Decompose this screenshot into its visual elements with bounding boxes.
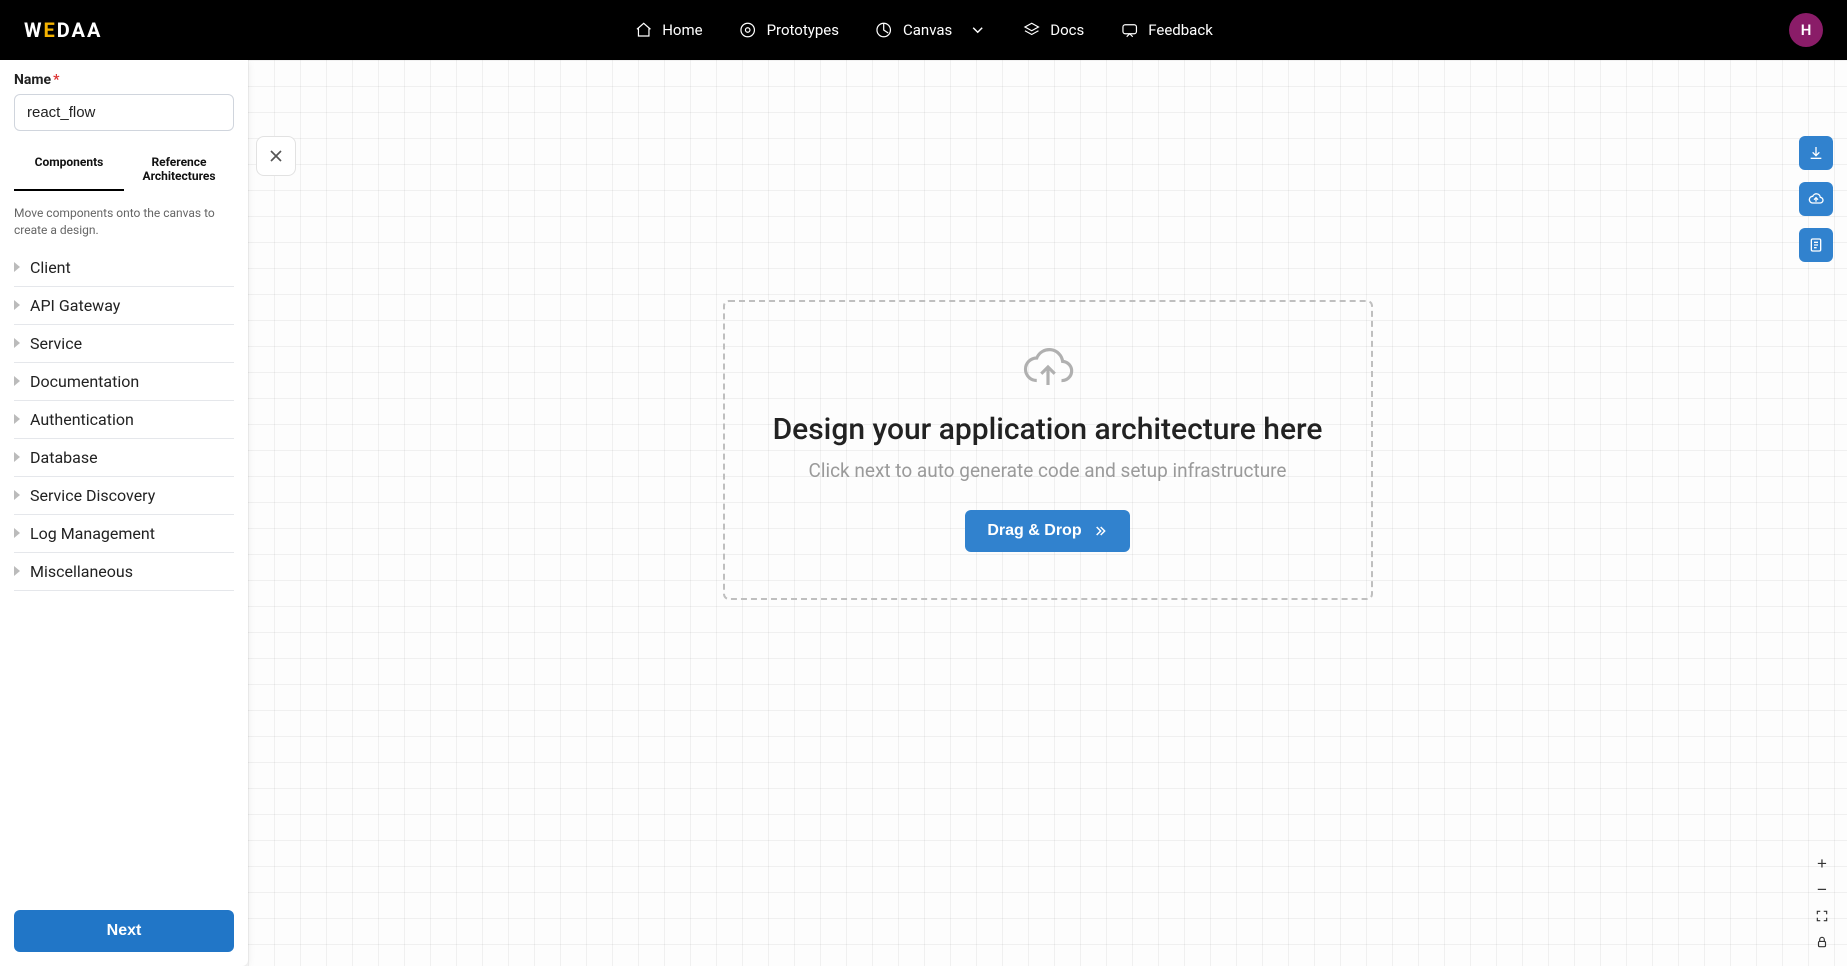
- category-label: Authentication: [30, 410, 134, 429]
- avatar-initial: H: [1801, 21, 1812, 39]
- drop-zone-title: Design your application architecture her…: [755, 412, 1341, 447]
- expand-icon: [14, 414, 20, 424]
- category-log-management[interactable]: Log Management: [14, 515, 234, 553]
- user-avatar[interactable]: H: [1789, 13, 1823, 47]
- download-button[interactable]: [1799, 136, 1833, 170]
- category-authentication[interactable]: Authentication: [14, 401, 234, 439]
- category-label: Service Discovery: [30, 486, 155, 505]
- category-api-gateway[interactable]: API Gateway: [14, 287, 234, 325]
- export-json-button[interactable]: [1799, 228, 1833, 262]
- main: Name* Components Reference Architectures…: [0, 60, 1847, 966]
- chevron-down-icon: [968, 21, 986, 39]
- top-nav: Home Prototypes Canvas Docs Feedback: [634, 21, 1213, 39]
- lock-canvas-button[interactable]: [1811, 932, 1833, 952]
- double-chevron-right-icon: [1092, 523, 1108, 539]
- expand-icon: [14, 566, 20, 576]
- design-canvas[interactable]: Design your application architecture her…: [248, 60, 1847, 966]
- category-list: Client API Gateway Service Documentation…: [14, 249, 234, 591]
- category-label: Log Management: [30, 524, 155, 543]
- home-icon: [634, 21, 652, 39]
- category-documentation[interactable]: Documentation: [14, 363, 234, 401]
- nav-docs-label: Docs: [1050, 21, 1084, 39]
- name-field-label: Name*: [14, 72, 234, 88]
- tab-components[interactable]: Components: [14, 147, 124, 191]
- drop-zone-subtitle: Click next to auto generate code and set…: [755, 459, 1341, 482]
- close-icon: [266, 146, 286, 166]
- expand-icon: [14, 376, 20, 386]
- project-name-input[interactable]: [14, 94, 234, 131]
- expand-icon: [14, 452, 20, 462]
- brand-post: DAA: [57, 18, 103, 42]
- category-service-discovery[interactable]: Service Discovery: [14, 477, 234, 515]
- zoom-controls: + −: [1811, 854, 1833, 952]
- category-label: Documentation: [30, 372, 139, 391]
- category-label: Database: [30, 448, 98, 467]
- cloud-upload-icon: [1808, 191, 1824, 207]
- fit-view-button[interactable]: [1811, 906, 1833, 926]
- zoom-in-button[interactable]: +: [1811, 854, 1833, 874]
- expand-icon: [14, 338, 20, 348]
- lock-icon: [1815, 935, 1829, 949]
- category-label: Client: [30, 258, 71, 277]
- category-client[interactable]: Client: [14, 249, 234, 287]
- category-service[interactable]: Service: [14, 325, 234, 363]
- sidebar-hint: Move components onto the canvas to creat…: [14, 205, 234, 239]
- nav-prototypes-label: Prototypes: [767, 21, 839, 39]
- brand-logo: WEDAA: [24, 18, 102, 42]
- expand-icon: [14, 490, 20, 500]
- expand-icon: [14, 528, 20, 538]
- next-button[interactable]: Next: [14, 910, 234, 952]
- download-icon: [1808, 145, 1824, 161]
- nav-canvas-label: Canvas: [903, 21, 952, 39]
- collapse-sidebar-button[interactable]: [256, 136, 296, 176]
- canvas-icon: [875, 21, 893, 39]
- drag-drop-label: Drag & Drop: [987, 522, 1081, 540]
- category-miscellaneous[interactable]: Miscellaneous: [14, 553, 234, 591]
- drop-zone: Design your application architecture her…: [723, 300, 1373, 600]
- document-icon: [1808, 237, 1824, 253]
- cloud-upload-icon: [755, 340, 1341, 398]
- category-label: API Gateway: [30, 296, 120, 315]
- fit-view-icon: [1815, 909, 1829, 923]
- category-label: Service: [30, 334, 82, 353]
- sidebar: Name* Components Reference Architectures…: [0, 60, 248, 966]
- expand-icon: [14, 262, 20, 272]
- category-database[interactable]: Database: [14, 439, 234, 477]
- nav-feedback-label: Feedback: [1148, 21, 1213, 39]
- nav-docs[interactable]: Docs: [1022, 21, 1084, 39]
- nav-prototypes[interactable]: Prototypes: [739, 21, 839, 39]
- feedback-icon: [1120, 21, 1138, 39]
- docs-icon: [1022, 21, 1040, 39]
- brand-pre: W: [24, 18, 44, 42]
- canvas-action-bar: [1799, 136, 1833, 262]
- app-header: WEDAA Home Prototypes Canvas Docs Feedba…: [0, 0, 1847, 60]
- tab-reference-architectures[interactable]: Reference Architectures: [124, 147, 234, 191]
- expand-icon: [14, 300, 20, 310]
- nav-home[interactable]: Home: [634, 21, 702, 39]
- sidebar-tabs: Components Reference Architectures: [14, 147, 234, 191]
- brand-accent: E: [44, 18, 57, 42]
- nav-feedback[interactable]: Feedback: [1120, 21, 1213, 39]
- name-label-text: Name: [14, 72, 51, 88]
- cloud-save-button[interactable]: [1799, 182, 1833, 216]
- nav-canvas[interactable]: Canvas: [875, 21, 986, 39]
- prototype-icon: [739, 21, 757, 39]
- required-mark: *: [53, 72, 59, 88]
- drag-drop-button[interactable]: Drag & Drop: [965, 510, 1129, 552]
- nav-home-label: Home: [662, 21, 702, 39]
- category-label: Miscellaneous: [30, 562, 133, 581]
- zoom-out-button[interactable]: −: [1811, 880, 1833, 900]
